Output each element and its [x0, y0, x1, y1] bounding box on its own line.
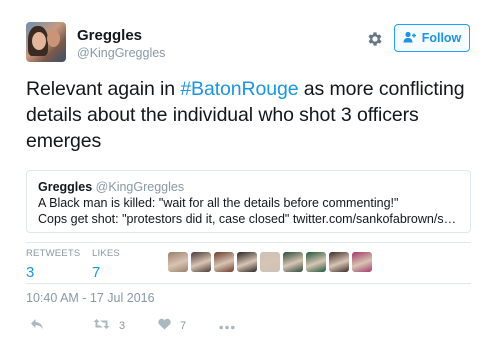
liker-avatar[interactable]: [168, 252, 188, 272]
quoted-tweet-line: Cops get shot: "protestors did it, case …: [38, 212, 457, 226]
avatar-face: [32, 32, 46, 50]
retweet-icon-svg: [93, 319, 110, 329]
more-icon-svg: [219, 325, 235, 330]
likes-stat[interactable]: LIKES 7: [92, 248, 120, 281]
follow-button-label: Follow: [421, 31, 462, 45]
likes-count: 7: [92, 264, 101, 281]
liker-avatar[interactable]: [306, 252, 326, 272]
add-user-icon-svg: [403, 31, 416, 42]
liker-avatar[interactable]: [237, 252, 257, 272]
quoted-tweet-handle: @KingGreggles: [95, 180, 185, 194]
liker-avatar[interactable]: [329, 252, 349, 272]
tweet-text: Relevant again in #BatonRouge as more co…: [26, 76, 476, 154]
more-action[interactable]: [219, 317, 235, 334]
retweet-icon: [93, 317, 110, 334]
divider: [26, 283, 471, 284]
retweets-count: 3: [26, 264, 35, 281]
liker-avatar[interactable]: [352, 252, 372, 272]
quoted-tweet-name: Greggles: [38, 180, 93, 194]
follow-button[interactable]: Follow: [394, 24, 470, 52]
retweet-action[interactable]: 3: [93, 317, 125, 334]
liker-avatar[interactable]: [260, 252, 280, 272]
reply-icon-svg: [31, 319, 43, 329]
retweet-count: 3: [119, 319, 126, 332]
heart-icon-svg: [158, 318, 171, 330]
likers-avatars: [168, 252, 372, 272]
liker-avatar[interactable]: [283, 252, 303, 272]
like-count: 7: [180, 319, 187, 332]
likes-label: LIKES: [92, 248, 120, 259]
tweet-timestamp[interactable]: 10:40 AM - 17 Jul 2016: [26, 291, 155, 305]
avatar-face: [47, 30, 60, 47]
user-handle[interactable]: @KingGreggles: [77, 46, 165, 60]
heart-icon: [158, 317, 171, 334]
quoted-tweet[interactable]: Greggles @KingGreggles A Black man is ki…: [26, 170, 471, 233]
user-name[interactable]: Greggles: [77, 27, 142, 44]
add-user-icon: [403, 31, 417, 46]
quoted-tweet-header: Greggles @KingGreggles: [38, 180, 459, 195]
retweets-stat[interactable]: RETWEETS 3: [26, 248, 80, 281]
retweets-label: RETWEETS: [26, 248, 81, 259]
reply-action[interactable]: [30, 317, 44, 334]
avatar[interactable]: [26, 22, 66, 62]
gear-icon[interactable]: [366, 30, 384, 48]
reply-icon: [30, 317, 44, 334]
gear-icon-svg: [368, 32, 382, 46]
quoted-tweet-line: A Black man is killed: "wait for all the…: [38, 196, 399, 210]
tweet-text-before: Relevant again in: [26, 78, 181, 100]
divider: [26, 242, 471, 243]
hashtag-link[interactable]: #BatonRouge: [180, 78, 298, 100]
like-action[interactable]: 7: [158, 317, 186, 334]
liker-avatar[interactable]: [191, 252, 211, 272]
more-icon: [219, 317, 235, 334]
liker-avatar[interactable]: [214, 252, 234, 272]
